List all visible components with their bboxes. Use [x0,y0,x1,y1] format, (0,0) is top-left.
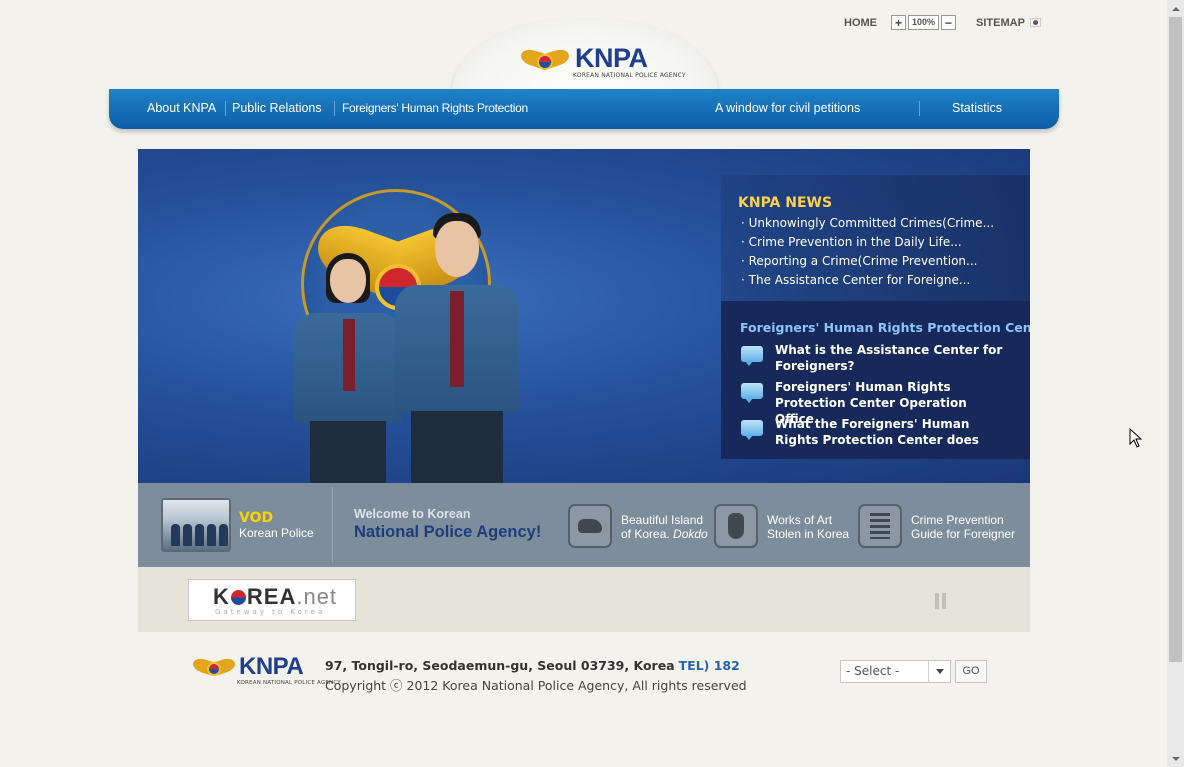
logo-title: KNPA [575,43,648,73]
news-item[interactable]: · Crime Prevention in the Daily Life... [741,235,962,249]
vod-label[interactable]: VOD [239,510,273,526]
speech-bubble-icon [741,346,763,366]
home-link[interactable]: HOME [844,17,877,29]
logo-subtitle: KOREAN NATIONAL POLICE AGENCY [573,72,686,79]
link-line1: Works of Art [767,513,833,527]
link-line1: Beautiful Island [621,513,704,527]
korean-flag-icon [1029,18,1041,27]
rights-center-link-text: What is the Assistance Center for Foreig… [775,343,1003,373]
footer-address: 97, Tongil-ro, Seodaemun-gu, Seoul 03739… [325,658,740,673]
copyright: Copyright ⓒ 2012 Korea National Police A… [325,678,747,693]
scroll-down-button[interactable] [1167,750,1184,767]
speech-bubble-icon [741,383,763,403]
nav-public-relations[interactable]: Public Relations [232,101,322,115]
nav-statistics[interactable]: Statistics [952,101,1002,115]
stolen-art-link[interactable]: Works of Art Stolen in Korea [767,513,849,541]
link-line2: Guide for Foreigner [911,527,1016,541]
rights-center-panel: Foreigners' Human Rights Protection Cent… [721,301,1030,459]
nav-about-knpa[interactable]: About KNPA [147,101,216,115]
link-line2: of Korea. [621,527,674,541]
vod-sublabel[interactable]: Korean Police [239,526,314,540]
zoom-control: + 100% − [891,15,957,30]
link-line2-em: Dokdo [673,527,708,541]
news-item[interactable]: · The Assistance Center for Foreigne... [741,273,970,287]
nav-divider [334,101,335,116]
female-officer-image [288,251,408,483]
crime-prevention-guide-link[interactable]: Crime Prevention Guide for Foreigner [911,513,1015,541]
vod-thumbnail[interactable] [161,498,231,552]
korea-net-logo-text: K REA.net [213,584,337,610]
mouse-cursor-icon [1129,428,1143,448]
go-button[interactable]: GO [955,660,987,683]
zoom-in-button[interactable]: + [891,15,906,30]
zoom-value: 100% [908,15,940,30]
dokdo-link[interactable]: Beautiful Island of Korea. Dokdo [621,513,708,541]
news-title: KNPA NEWS [738,195,833,211]
rights-center-link-text: What the Foreigners' Human Rights Protec… [775,417,979,447]
sitemap-link[interactable]: SITEMAP [976,17,1041,29]
scroll-thumb[interactable] [1169,17,1182,662]
rights-center-link[interactable]: What the Foreigners' Human Rights Protec… [741,416,1005,448]
police-emblem-icon [521,44,569,78]
footer-logo: KNPA KOREAN NATIONAL POLICE AGENCY [193,654,341,686]
knpa-news-panel: KNPA NEWS · Unknowingly Committed Crimes… [721,175,1030,301]
taegeuk-icon [230,590,246,605]
banner-strip: K REA.net Gateway to Korea [138,567,1030,632]
vase-icon[interactable] [714,504,758,548]
site-logo[interactable]: KNPA KOREAN NATIONAL POLICE AGENCY [521,44,686,79]
phone-number: TEL) 182 [678,658,740,673]
welcome-line2: National Police Agency! [354,523,542,541]
kn-letters: REA [246,584,297,609]
kn-domain: .net [296,584,338,609]
vertical-scrollbar[interactable] [1167,0,1184,767]
link-line2: Stolen in Korea [767,527,850,541]
guide-book-icon[interactable] [858,504,902,548]
main-nav: About KNPA Public Relations Foreigners' … [109,89,1059,129]
nav-divider [919,101,920,116]
hero-banner: KNPA NEWS · Unknowingly Committed Crimes… [138,149,1030,483]
family-site-select[interactable]: - Select - [840,660,951,683]
link-line1: Crime Prevention [911,513,1004,527]
quick-links-bar: VOD Korean Police Welcome to Korean Nati… [138,483,1030,567]
speech-bubble-icon [741,420,763,440]
address-text: 97, Tongil-ro, Seodaemun-gu, Seoul 03739… [325,658,675,673]
utility-bar: HOME + 100% − SITEMAP [844,15,1041,30]
korea-net-tagline: Gateway to Korea [215,608,326,616]
pause-icon[interactable] [935,593,946,609]
police-emblem-icon [193,654,235,684]
nav-civil-petitions[interactable]: A window for civil petitions [715,101,860,115]
select-value: - Select - [846,664,900,678]
sitemap-label: SITEMAP [976,16,1025,29]
nav-divider [225,101,226,116]
welcome-line1: Welcome to Korean [354,507,471,521]
chevron-down-icon [928,661,950,682]
rights-center-link[interactable]: What is the Assistance Center for Foreig… [741,342,1005,374]
kn-letter: K [213,584,230,609]
korea-net-banner[interactable]: K REA.net Gateway to Korea [188,579,356,621]
scroll-up-button[interactable] [1167,0,1184,17]
nav-foreigners-rights[interactable]: Foreigners' Human Rights Protection [342,101,528,115]
zoom-out-button[interactable]: − [941,15,957,30]
divider [332,487,333,563]
rights-center-title: Foreigners' Human Rights Protection Cent… [740,320,1030,335]
news-item[interactable]: · Unknowingly Committed Crimes(Crime... [741,216,994,230]
male-officer-image [393,211,523,483]
island-icon[interactable] [568,504,612,548]
news-item[interactable]: · Reporting a Crime(Crime Prevention... [741,254,977,268]
